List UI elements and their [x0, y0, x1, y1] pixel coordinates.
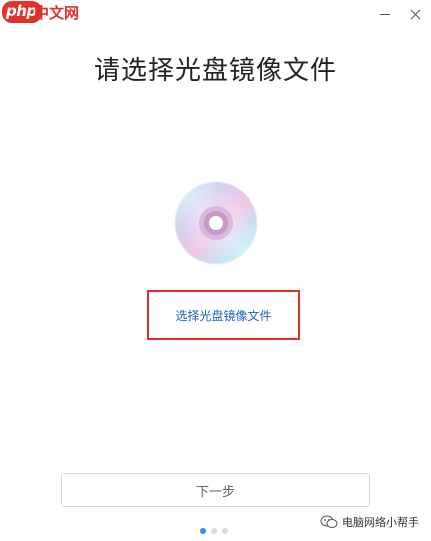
- installer-window: php 中文网 请选择光盘镜像文件 选择光盘镜像文件 下一步 电脑网络小帮手: [0, 0, 431, 541]
- select-image-link[interactable]: 选择光盘镜像文件: [175, 307, 271, 324]
- minimize-icon[interactable]: [379, 8, 391, 20]
- pagination-dot-1: [200, 528, 206, 534]
- logo-cn-text: 中文网: [34, 4, 80, 22]
- wechat-icon: [320, 515, 338, 528]
- watermark: 电脑网络小帮手: [320, 514, 419, 530]
- select-image-highlight: 选择光盘镜像文件: [147, 290, 300, 340]
- close-icon[interactable]: [409, 8, 421, 20]
- next-button[interactable]: 下一步: [61, 473, 370, 507]
- pagination-dots: [200, 528, 228, 534]
- php-cn-logo: php 中文网: [2, 0, 84, 26]
- window-controls: [379, 8, 421, 20]
- page-title: 请选择光盘镜像文件: [93, 56, 337, 86]
- pagination-dot-2: [211, 528, 217, 534]
- watermark-text: 电脑网络小帮手: [342, 516, 419, 529]
- pagination-dot-3: [222, 528, 228, 534]
- disc-icon: [174, 181, 258, 265]
